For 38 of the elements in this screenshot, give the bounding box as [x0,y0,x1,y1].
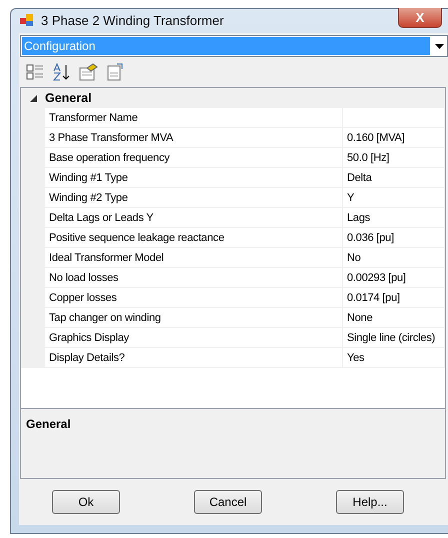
property-value[interactable]: Yes [343,348,445,368]
property-name[interactable]: Ideal Transformer Model [45,248,343,268]
property-name[interactable]: Copper losses [45,288,343,308]
property-pages-icon[interactable] [78,63,98,81]
property-value[interactable]: Lags [343,208,445,228]
property-name[interactable]: Positive sequence leakage reactance [45,228,343,248]
document-icon[interactable] [106,63,124,81]
property-value[interactable]: 0.160 [MVA] [343,128,445,148]
property-value[interactable]: 0.00293 [pu] [343,268,445,288]
property-name[interactable]: Winding #2 Type [45,188,343,208]
collapse-icon[interactable] [30,94,36,102]
property-name[interactable]: Delta Lags or Leads Y [45,208,343,228]
dropdown-arrow-icon[interactable] [434,44,444,48]
property-name[interactable]: No load losses [45,268,343,288]
categorized-icon[interactable] [26,64,44,80]
property-value[interactable]: Single line (circles) [343,328,445,348]
property-name[interactable]: Graphics Display [45,328,343,348]
property-value[interactable]: 0.036 [pu] [343,228,445,248]
property-value[interactable]: 50.0 [Hz] [343,148,445,168]
property-value[interactable]: None [343,308,445,328]
property-value[interactable]: Delta [343,168,445,188]
property-value[interactable]: No [343,248,445,268]
window-title: 3 Phase 2 Winding Transformer [41,12,224,28]
property-name[interactable]: Transformer Name [45,108,343,128]
property-name[interactable]: Display Details? [45,348,343,368]
help-button[interactable]: Help... [336,490,404,514]
app-icon [19,12,35,28]
property-name[interactable]: Winding #1 Type [45,168,343,188]
property-name[interactable]: 3 Phase Transformer MVA [45,128,343,148]
description-title: General [26,417,71,431]
ok-button[interactable]: Ok [52,490,120,514]
property-name[interactable]: Tap changer on winding [45,308,343,328]
property-value[interactable]: Y [343,188,445,208]
cancel-button[interactable]: Cancel [194,490,262,514]
category-label[interactable]: General [45,91,92,105]
sort-alphabetical-icon[interactable] [52,63,70,81]
property-name[interactable]: Base operation frequency [45,148,343,168]
property-value[interactable]: 0.0174 [pu] [343,288,445,308]
